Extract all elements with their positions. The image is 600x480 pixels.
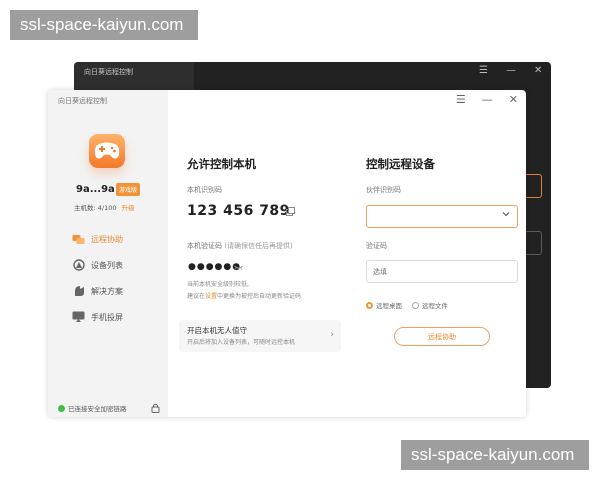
remote-control-title: 控制远程设备: [366, 157, 435, 171]
machine-count-label: 主机数: 4/100: [74, 204, 117, 212]
verify-code-note: (请确保信任后再提供): [224, 242, 293, 250]
hint-suffix: 中更换为被控后自动更新验证码: [217, 293, 302, 300]
unattended-desc: 开启后将加入设备列表，可随时远控本机: [187, 339, 296, 346]
hint-prefix: 建议在: [187, 293, 206, 300]
unattended-access-card[interactable]: 开启本机无人值守 开启后将加入设备列表，可随时远控本机 ›: [179, 320, 341, 352]
verify-code-label: 本机验证码: [187, 242, 222, 250]
lock-icon[interactable]: [151, 403, 160, 415]
sidebar-item-label: 解决方案: [91, 286, 123, 296]
screen-cast-icon: [72, 311, 85, 324]
sidebar-item-screen-cast[interactable]: 手机投屏: [72, 309, 162, 325]
copy-icon[interactable]: [286, 207, 295, 218]
unattended-title: 开启本机无人值守: [187, 326, 247, 335]
sidebar-item-label: 设备列表: [91, 260, 123, 270]
sidebar-item-label: 远程协助: [91, 234, 123, 244]
background-minimize-icon[interactable]: —: [506, 65, 516, 76]
radio-unchecked-icon: [412, 301, 419, 309]
watermark-top: ssl-space-kaiyun.com: [10, 10, 198, 40]
allow-control-title: 允许控制本机: [187, 157, 256, 171]
remote-code-label: 验证码: [366, 242, 387, 250]
device-id-value: 123 456 789: [187, 203, 290, 219]
main-window: 向日葵远程控制 9a...9a 游戏版 主机数: 4/100 升级 远程协助 设…: [48, 90, 526, 417]
security-hint-line1: 当前本机安全级别较低,: [187, 281, 249, 288]
sidebar-item-remote-assist[interactable]: 远程协助: [72, 231, 162, 247]
background-close-icon[interactable]: ✕: [534, 65, 542, 76]
radio-checked-icon: [366, 301, 373, 309]
connection-status: 已连接安全加密链路: [58, 403, 127, 413]
radio-remote-desktop[interactable]: 远程桌面: [366, 300, 402, 310]
background-menu-icon[interactable]: ☰: [479, 65, 488, 76]
app-logo-icon: [89, 134, 125, 168]
settings-link[interactable]: 设置: [205, 293, 217, 300]
partner-id-select[interactable]: [366, 205, 518, 228]
remote-assist-button[interactable]: 远程协助: [394, 327, 490, 346]
radio-label: 远程桌面: [376, 302, 402, 310]
main-panel: 允许控制本机 本机识别码 123 456 789 本机验证码 (请确保信任后再提…: [168, 90, 526, 417]
machine-count: 主机数: 4/100 升级: [74, 202, 135, 212]
remote-assist-icon: [72, 233, 85, 246]
device-list-icon: [72, 259, 85, 272]
chevron-right-icon: ›: [330, 330, 334, 340]
sidebar-item-device-list[interactable]: 设备列表: [72, 257, 162, 273]
upgrade-link[interactable]: 升级: [122, 204, 135, 212]
chevron-down-icon: [502, 210, 510, 220]
background-window-title: 向日葵远程控制: [84, 68, 133, 76]
username: 9a...9a: [76, 184, 115, 195]
edition-badge: 游戏版: [116, 183, 141, 196]
verify-code-label-row: 本机验证码 (请确保信任后再提供): [187, 241, 293, 251]
sidebar: 向日葵远程控制 9a...9a 游戏版 主机数: 4/100 升级 远程协助 设…: [48, 90, 168, 417]
remote-code-input[interactable]: [366, 260, 518, 283]
watermark-bottom: ssl-space-kaiyun.com: [401, 440, 589, 470]
device-id-label: 本机识别码: [187, 186, 222, 194]
solution-icon: [72, 285, 85, 298]
show-password-icon[interactable]: [234, 264, 243, 272]
connection-status-label: 已连接安全加密链路: [68, 405, 127, 413]
status-dot-icon: [58, 404, 65, 412]
radio-label: 远程文件: [422, 302, 448, 310]
background-code-input[interactable]: [524, 231, 542, 255]
sidebar-item-solutions[interactable]: 解决方案: [72, 283, 162, 299]
connection-mode: 远程桌面 远程文件: [366, 300, 448, 310]
partner-id-label: 伙伴识别码: [366, 186, 401, 194]
radio-remote-file[interactable]: 远程文件: [412, 300, 448, 310]
security-hint-line2: 建议在设置中更换为被控后自动更新验证码: [187, 291, 301, 300]
background-partner-select[interactable]: [524, 174, 542, 198]
app-title: 向日葵远程控制: [58, 97, 107, 105]
sidebar-item-label: 手机投屏: [91, 312, 123, 322]
